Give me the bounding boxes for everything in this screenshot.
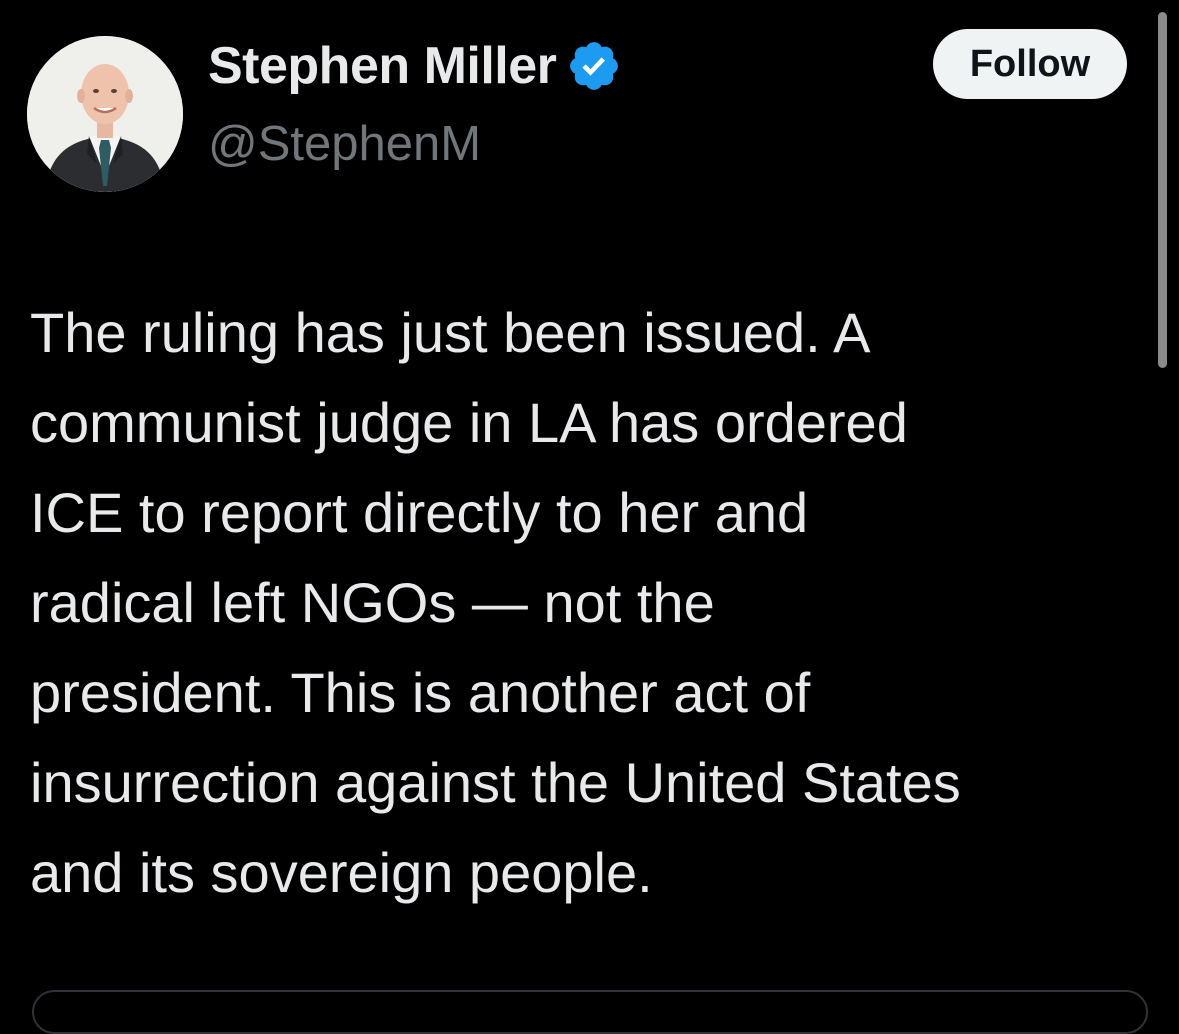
- author-name-row[interactable]: Stephen Miller: [208, 36, 622, 96]
- author-handle[interactable]: @StephenM: [208, 116, 481, 172]
- follow-button[interactable]: Follow: [933, 29, 1127, 99]
- avatar-photo-icon: [27, 36, 183, 192]
- author-display-name: Stephen Miller: [208, 37, 557, 95]
- author-avatar[interactable]: [27, 36, 183, 192]
- tweet-card: Stephen Miller @StephenM Follow The ruli…: [0, 0, 1179, 1034]
- tweet-text: The ruling has just been issued. A commu…: [30, 301, 961, 904]
- embedded-card-edge: [32, 990, 1148, 1034]
- verified-badge-icon: [566, 38, 622, 94]
